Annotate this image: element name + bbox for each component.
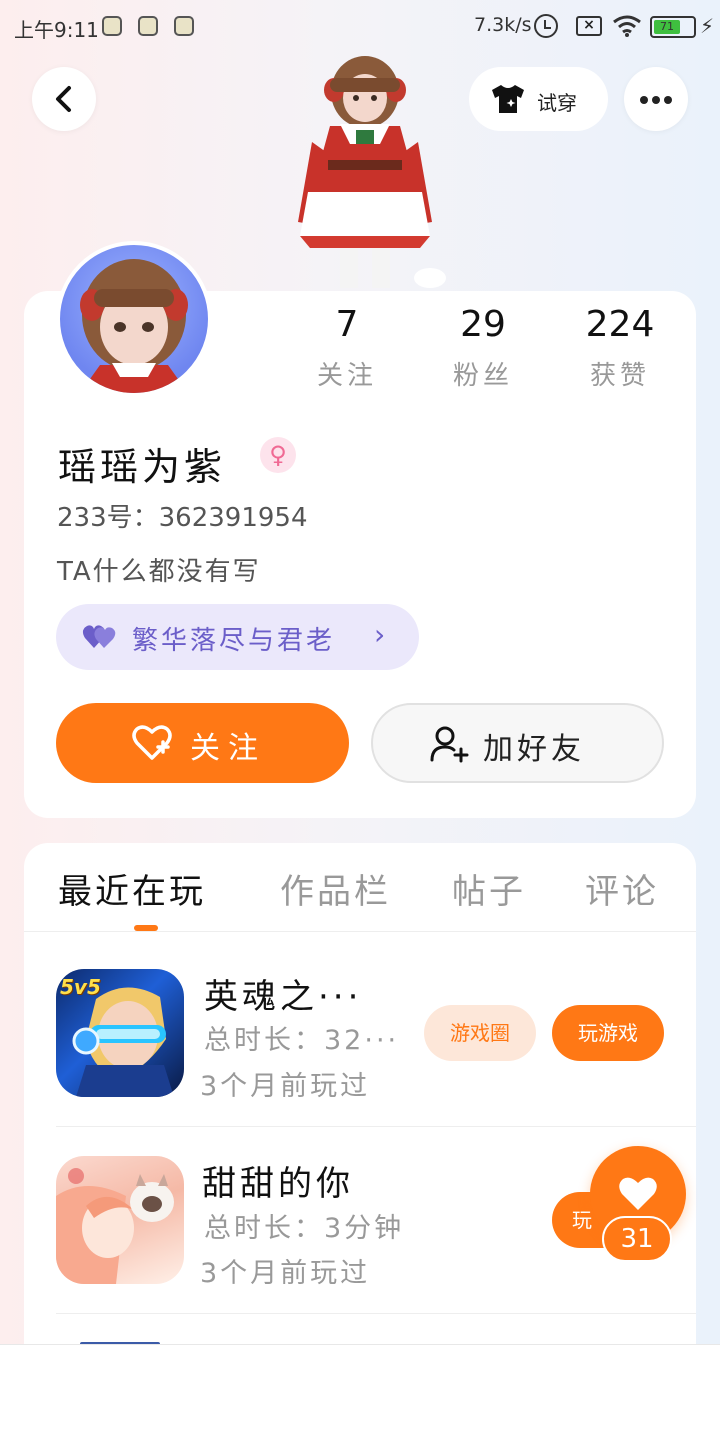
user-id[interactable]: 233号：362391954 [57,497,308,534]
following-count: 7 [335,304,359,345]
tshirt-icon [492,85,524,113]
game-badge: 5v5 [60,975,101,999]
try-on-button[interactable]: 试穿 [469,67,608,131]
likes-label: 获赞 [589,361,650,391]
more-options-button[interactable] [624,67,688,131]
try-on-label: 试穿 [537,91,577,115]
fans-label: 粉丝 [452,361,513,391]
status-time: 上午9:11 [14,18,99,42]
game-circle-button[interactable]: 游戏圈 [424,1005,536,1061]
user-nickname: 瑶瑶为紫 [58,445,227,489]
battery-icon: 71 [650,16,696,38]
add-friend-label: 加好友 [483,732,585,767]
sim-off-icon: × [576,16,602,36]
game-icon[interactable] [56,1156,184,1284]
game-title[interactable]: 甜甜的你 [202,1156,354,1205]
bottom-bar [0,1344,720,1440]
more-dot [640,96,648,104]
chevron-right-icon: › [374,618,386,651]
wifi-icon [613,15,641,37]
battery-level: 71 [654,20,680,34]
game-icon-art [56,1168,174,1284]
heart-icon [82,625,116,648]
app-notification-icon [138,16,158,36]
game-last-played: 3个月前玩过 [200,1258,371,1289]
follow-label: 关注 [190,731,266,766]
tab-comments[interactable]: 评论 [585,864,659,913]
back-arrow-icon [56,86,71,112]
avatar-image [80,259,188,393]
row-divider [56,1313,696,1314]
fans-count: 29 [460,304,506,345]
charging-icon: ⚡ [700,14,715,38]
tab-works[interactable]: 作品栏 [280,864,391,913]
user-bio: TA什么都没有写 [57,557,261,587]
tab-recently-played[interactable]: 最近在玩 [58,864,206,913]
game-total-time: 总时长：32··· [204,1025,400,1056]
back-button[interactable] [32,67,96,131]
avatar-character-illustration[interactable] [270,52,460,292]
stat-following[interactable]: 7 关注 [287,303,407,392]
app-notification-icon [174,16,194,36]
tab-divider [24,931,696,932]
relationship-tag-label: 繁华落尽与君老 [132,626,336,656]
like-count: 31 [602,1216,672,1262]
follow-button[interactable]: 关注 [56,703,349,783]
stat-likes[interactable]: 224 获赞 [560,303,680,392]
female-gender-icon: ♀ [260,437,296,473]
network-speed: 7.3k/s [474,14,532,36]
tab-posts[interactable]: 帖子 [452,864,526,913]
heart-icon [619,1177,657,1210]
row-divider [56,1126,696,1127]
likes-count: 224 [585,304,655,345]
more-dot [664,96,672,104]
game-total-time: 总时长：3分钟 [204,1213,405,1244]
game-icon[interactable]: 5v5 [56,969,184,1097]
stat-fans[interactable]: 29 粉丝 [423,303,543,392]
heart-plus-icon [132,725,172,760]
game-title[interactable]: 英魂之··· [204,969,362,1018]
app-notification-icon [102,16,122,36]
more-dot [652,96,660,104]
add-user-icon [430,726,469,763]
relationship-tag[interactable]: 繁华落尽与君老 › [56,604,419,670]
game-last-played: 3个月前玩过 [200,1071,371,1102]
play-game-button[interactable]: 玩游戏 [552,1005,664,1061]
following-label: 关注 [316,361,377,391]
status-bar: 上午9:11 7.3k/s × 71 ⚡ [0,0,720,56]
alarm-icon [534,14,558,38]
add-friend-button[interactable]: 加好友 [371,703,664,783]
user-avatar[interactable] [56,241,212,397]
